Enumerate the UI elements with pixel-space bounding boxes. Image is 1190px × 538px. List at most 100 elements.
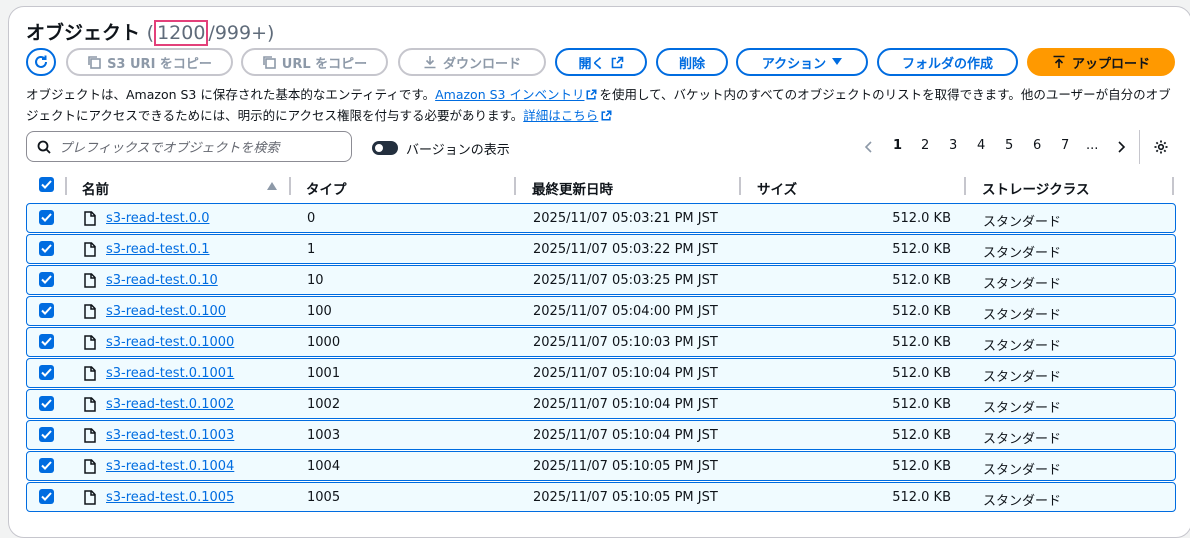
object-name-link[interactable]: s3-read-test.0.10 [106,273,218,288]
caret-down-icon [832,58,843,65]
object-name-link[interactable]: s3-read-test.0.1000 [106,335,234,350]
checkmark-icon [41,213,52,222]
table-row[interactable]: s3-read-test.0.1003 1003 2025/11/07 05:1… [26,420,1176,450]
object-last-modified: 2025/11/07 05:10:05 PM JST [533,490,718,505]
table-row[interactable]: s3-read-test.0.1002 1002 2025/11/07 05:1… [26,389,1176,419]
column-header-storage-class[interactable]: ストレージクラス [982,178,1089,198]
count-highlight: 1200 [154,20,209,46]
select-all-checkbox[interactable] [39,177,54,192]
page-4[interactable]: 4 [977,138,985,153]
row-checkbox[interactable] [39,303,54,318]
checkmark-icon [41,461,52,470]
object-name-link[interactable]: s3-read-test.0.1 [106,242,209,257]
object-name-link[interactable]: s3-read-test.0.1004 [106,459,234,474]
column-header-type[interactable]: タイプ [306,178,347,198]
row-checkbox[interactable] [39,458,54,473]
object-size: 512.0 KB [892,459,951,474]
row-checkbox[interactable] [39,365,54,380]
column-separator[interactable] [65,177,67,195]
column-separator[interactable] [1172,177,1174,195]
file-icon [84,459,96,474]
page-7[interactable]: 7 [1061,138,1069,153]
object-last-modified: 2025/11/07 05:10:03 PM JST [533,335,718,350]
column-header-size[interactable]: サイズ [757,178,797,198]
file-icon [84,428,96,443]
table-row[interactable]: s3-read-test.0.1000 1000 2025/11/07 05:1… [26,327,1176,357]
external-link-icon [601,110,612,121]
versions-toggle[interactable] [372,141,398,155]
object-size: 512.0 KB [892,211,951,226]
description: オブジェクトは、Amazon S3 に保存された基本的なエンティティです。Ama… [26,84,1176,126]
delete-button[interactable]: 削除 [656,48,728,76]
object-storage-class: スタンダード [983,401,1062,416]
page-1[interactable]: 1 [893,138,902,153]
table-row[interactable]: s3-read-test.0.100 100 2025/11/07 05:04:… [26,296,1176,326]
object-size: 512.0 KB [892,335,951,350]
table-row[interactable]: s3-read-test.0.1 1 2025/11/07 05:03:22 P… [26,234,1176,264]
description-part1: オブジェクトは、Amazon S3 に保存された基本的なエンティティです。 [26,87,436,102]
object-storage-class: スタンダード [983,432,1062,447]
row-checkbox[interactable] [39,210,54,225]
search-input[interactable]: プレフィックスでオブジェクトを検索 [26,131,352,162]
table-row[interactable]: s3-read-test.0.10 10 2025/11/07 05:03:25… [26,265,1176,295]
count-open: ( [146,22,155,44]
row-checkbox[interactable] [39,334,54,349]
object-last-modified: 2025/11/07 05:10:04 PM JST [533,397,718,412]
column-header-last-modified[interactable]: 最終更新日時 [532,178,613,198]
open-button[interactable]: 開く [555,48,647,76]
download-icon [424,56,436,69]
object-size: 512.0 KB [892,428,951,443]
column-separator[interactable] [514,177,516,195]
table-row[interactable]: s3-read-test.0.1001 1001 2025/11/07 05:1… [26,358,1176,388]
object-name-link[interactable]: s3-read-test.0.100 [106,304,226,319]
page-6[interactable]: 6 [1033,138,1041,153]
copy-url-button[interactable]: URL をコピー [241,48,388,76]
object-type: 1005 [307,490,341,505]
sort-ascending-icon[interactable] [267,182,277,190]
download-button[interactable]: ダウンロード [398,48,546,76]
object-type: 1 [307,242,316,257]
upload-button[interactable]: アップロード [1027,48,1175,76]
copy-s3-uri-button[interactable]: S3 URI をコピー [66,48,233,76]
file-icon [84,366,96,381]
object-last-modified: 2025/11/07 05:03:22 PM JST [533,242,718,257]
page-3[interactable]: 3 [949,138,957,153]
row-checkbox[interactable] [39,272,54,287]
checkmark-icon [41,180,52,189]
row-checkbox[interactable] [39,489,54,504]
object-name-link[interactable]: s3-read-test.0.1001 [106,366,234,381]
object-size: 512.0 KB [892,366,951,381]
chevron-left-icon[interactable] [864,141,874,153]
object-name-link[interactable]: s3-read-test.0.0 [106,211,209,226]
object-name-link[interactable]: s3-read-test.0.1002 [106,397,234,412]
create-folder-button[interactable]: フォルダの作成 [877,48,1018,76]
column-separator[interactable] [739,177,741,195]
search-placeholder: プレフィックスでオブジェクトを検索 [59,141,280,156]
page-2[interactable]: 2 [921,138,929,153]
column-header-name[interactable]: 名前 [82,178,109,198]
refresh-button[interactable] [26,48,56,76]
gear-icon[interactable] [1153,139,1169,155]
row-checkbox[interactable] [39,241,54,256]
object-size: 512.0 KB [892,304,951,319]
chevron-right-icon[interactable] [1116,141,1126,153]
page-5[interactable]: 5 [1005,138,1013,153]
inventory-link[interactable]: Amazon S3 インベントリ [435,87,584,102]
column-separator[interactable] [964,177,966,195]
table-row[interactable]: s3-read-test.0.1004 1004 2025/11/07 05:1… [26,451,1176,481]
column-separator[interactable] [289,177,291,195]
object-name-link[interactable]: s3-read-test.0.1003 [106,428,234,443]
actions-dropdown[interactable]: アクション [736,48,868,76]
details-link[interactable]: 詳細はこちら [523,108,598,123]
object-type: 1002 [307,397,341,412]
object-storage-class: スタンダード [983,494,1062,509]
table-row[interactable]: s3-read-test.0.1005 1005 2025/11/07 05:1… [26,482,1176,512]
row-checkbox[interactable] [39,396,54,411]
upload-label: アップロード [1071,56,1150,72]
table-row[interactable]: s3-read-test.0.0 0 2025/11/07 05:03:21 P… [26,203,1176,233]
object-storage-class: スタンダード [983,339,1062,354]
object-type: 1004 [307,459,341,474]
object-type: 0 [307,211,316,226]
row-checkbox[interactable] [39,427,54,442]
object-name-link[interactable]: s3-read-test.0.1005 [106,490,234,505]
